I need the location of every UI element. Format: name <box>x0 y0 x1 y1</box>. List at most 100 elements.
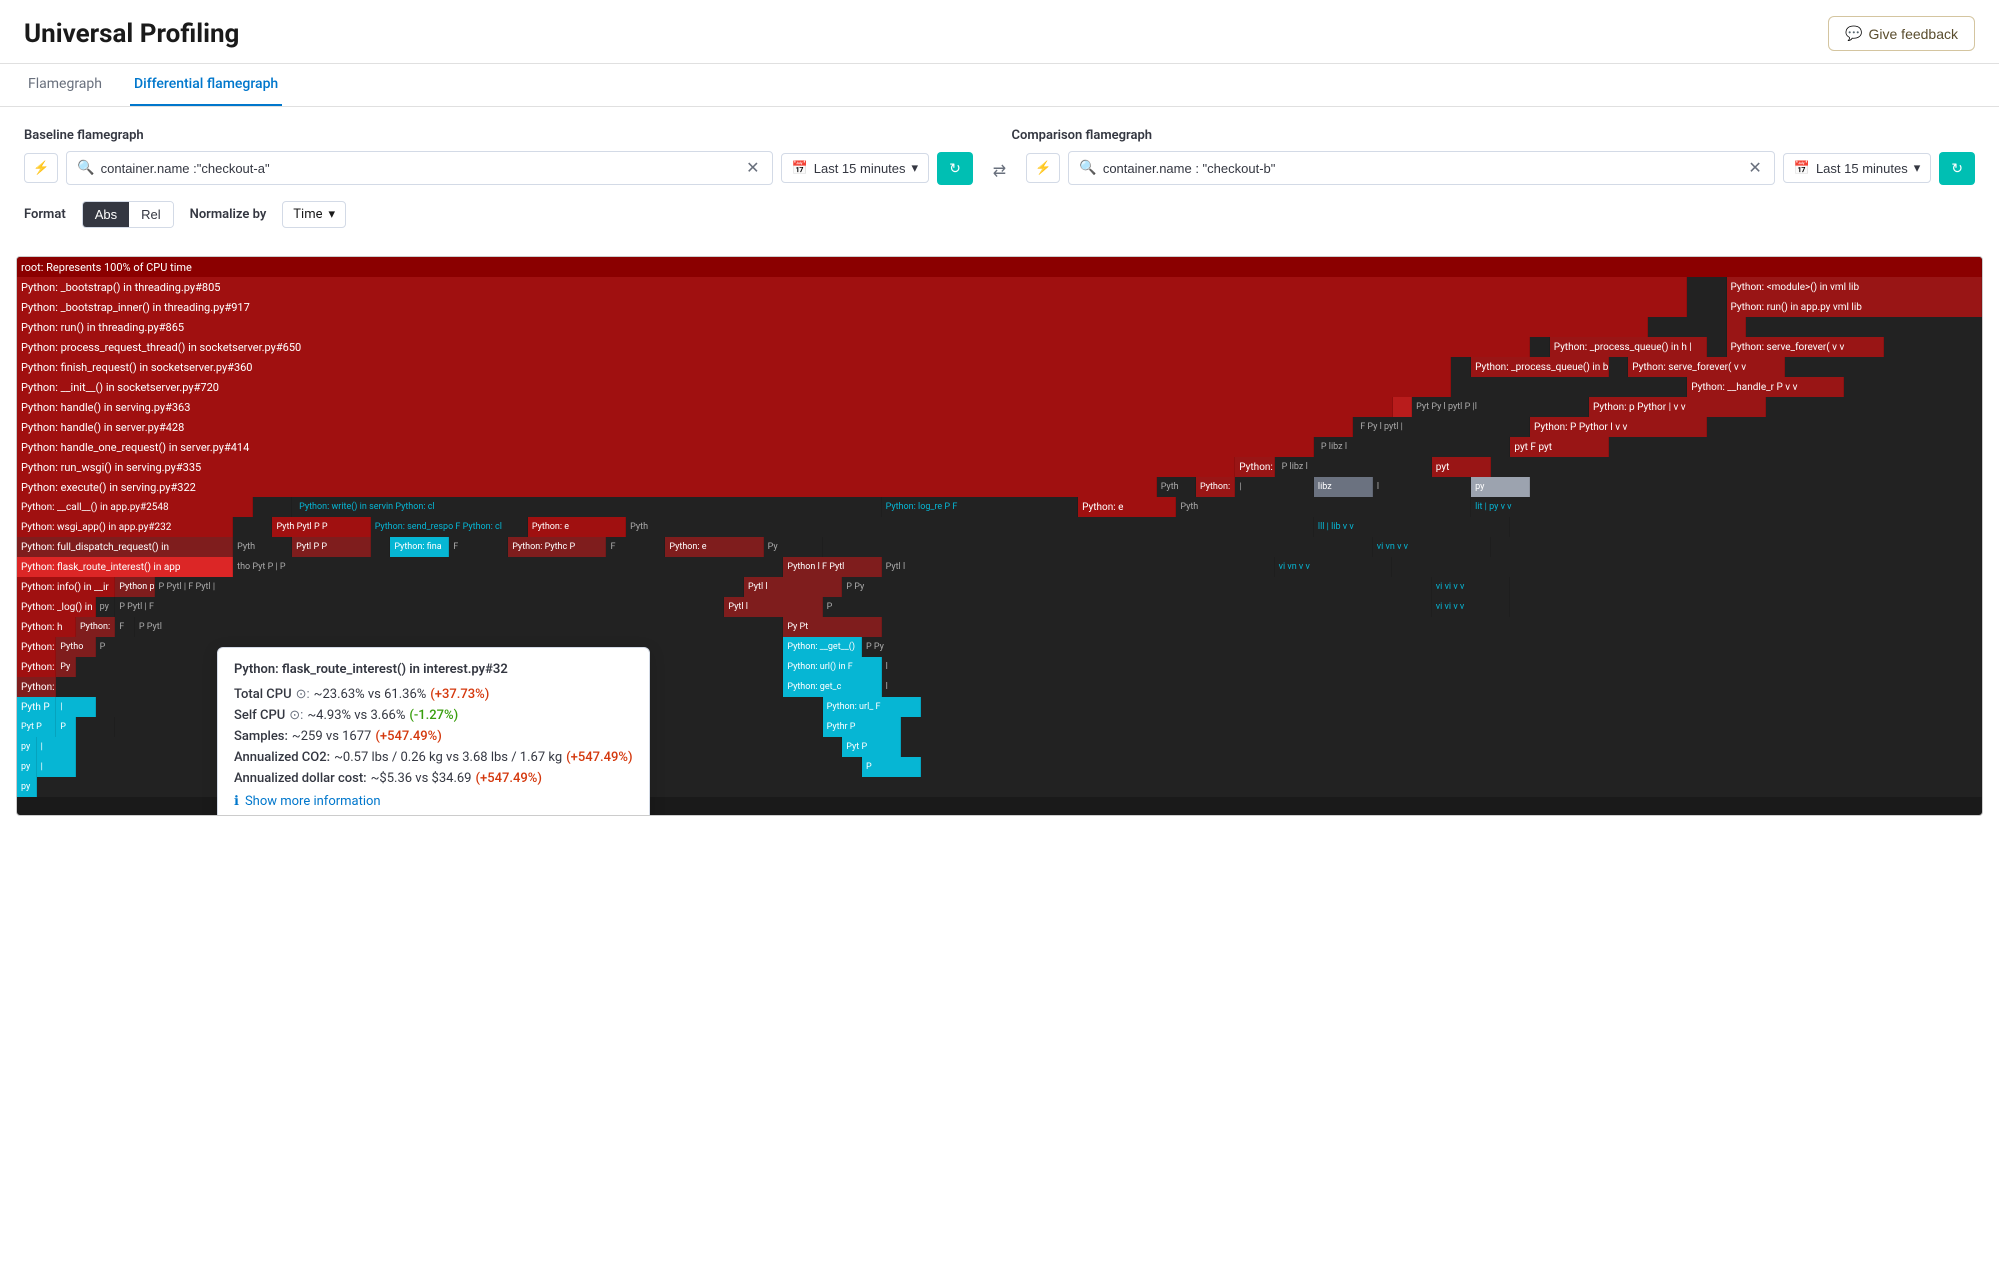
swap-button[interactable]: ⇄ <box>985 157 1014 185</box>
flame-block[interactable]: Python: e <box>528 517 626 537</box>
flame-block[interactable]: P <box>862 757 921 777</box>
flame-block[interactable] <box>1727 317 1747 337</box>
flame-block[interactable]: P <box>56 717 76 737</box>
format-rel-button[interactable]: Rel <box>129 202 173 227</box>
flame-block[interactable]: Python: _log() in _l p <box>17 597 96 617</box>
flame-block[interactable]: Python: run() in app.py vml lib <box>1727 297 1982 317</box>
calendar-icon: 📅 <box>792 160 808 176</box>
flame-block[interactable]: Python: finish_request() in socketserver… <box>17 357 1451 377</box>
flame-block[interactable]: Python: get_c <box>783 677 881 697</box>
flame-block[interactable]: Python pyt <box>115 577 154 597</box>
flame-block[interactable]: Python: __get__() <box>783 637 862 657</box>
flame-block[interactable]: Python: handle_one_request() in server.p… <box>17 437 1314 457</box>
flame-block[interactable]: Python: handle() in serving.py#363 <box>17 397 1393 417</box>
flame-block[interactable]: Python: Pythc P <box>508 537 606 557</box>
flame-block[interactable]: Python: __init__() in socketserver.py#72… <box>17 377 1451 397</box>
flame-block[interactable]: Python: c <box>17 637 56 657</box>
flame-block-gap <box>1609 437 1982 457</box>
flame-block[interactable]: Python: P Pythor l v v <box>1530 417 1707 437</box>
flame-block[interactable]: Python: l <box>17 657 56 677</box>
flame-block-gap: Python: write() in servin Python: cl <box>292 497 882 517</box>
flame-block[interactable]: Python: run() in threading.py#865 <box>17 317 1648 337</box>
flame-block[interactable]: Python: _process_queue() in b <box>1471 357 1609 377</box>
flame-block[interactable]: py <box>17 757 37 777</box>
flame-block[interactable]: pyt <box>1432 457 1491 477</box>
flame-block[interactable]: Pyt P <box>17 717 56 737</box>
comparison-clear-button[interactable]: ✕ <box>1746 158 1763 178</box>
flame-block[interactable]: Py <box>56 657 76 677</box>
flame-block[interactable]: Py Pt <box>783 617 881 637</box>
flame-row-2: Python: _bootstrap_inner() in threading.… <box>17 297 1982 317</box>
flame-block[interactable]: Python: <box>76 617 115 637</box>
flame-block[interactable]: Python: serve_forever( v v <box>1628 357 1785 377</box>
flame-block-interest[interactable]: Python: flask_route_interest() in app <box>17 557 233 577</box>
flame-block[interactable]: Python: _process_queue() in h | <box>1550 337 1707 357</box>
flame-block[interactable]: Python: serve_forever( v v <box>1727 337 1884 357</box>
flame-block[interactable]: Python: wsgi_app() in app.py#232 <box>17 517 233 537</box>
flame-block[interactable]: root: Represents 100% of CPU time <box>17 257 1982 277</box>
flame-block[interactable]: Pytho <box>56 637 95 657</box>
flame-block-gap <box>1609 357 1629 377</box>
flame-block[interactable]: Python: _bootstrap_inner() in threading.… <box>17 297 1687 317</box>
flame-block[interactable]: Python: url() in F <box>783 657 881 677</box>
baseline-date-button[interactable]: 📅 Last 15 minutes ▾ <box>781 153 930 183</box>
tooltip-title: Python: flask_route_interest() in intere… <box>234 662 633 677</box>
flame-block[interactable] <box>1393 397 1413 417</box>
flame-block[interactable]: Python: __handle_r P v v <box>1687 377 1844 397</box>
feedback-button[interactable]: 💬 Give feedback <box>1828 16 1975 51</box>
flame-block[interactable]: Python: process_request_thread() in sock… <box>17 337 1530 357</box>
flame-block[interactable]: Python: full_dispatch_request() in <box>17 537 233 557</box>
comparison-sync-button[interactable]: ↻ <box>1939 152 1975 185</box>
flame-block[interactable]: Python: e <box>665 537 763 557</box>
flame-row-10: Python: run_wsgi() in serving.py#335 Pyt… <box>17 457 1982 477</box>
flame-block-gap <box>253 497 292 517</box>
flame-block[interactable]: Pytl P P <box>292 537 371 557</box>
flame-block[interactable]: Python: fina <box>390 537 449 557</box>
flame-block[interactable]: Pyth Pytl P P <box>272 517 370 537</box>
flame-block[interactable]: Python: p <box>1235 457 1274 477</box>
baseline-filter-button[interactable]: ⚡ <box>24 153 58 183</box>
flame-block[interactable]: Python: _bootstrap() in threading.py#805 <box>17 277 1687 297</box>
flame-block[interactable]: Pyth P <box>17 697 56 717</box>
flame-block[interactable]: py <box>1471 477 1530 497</box>
flame-block[interactable]: Pytl l <box>724 597 822 617</box>
tab-flamegraph[interactable]: Flamegraph <box>24 64 106 106</box>
tab-differential-flamegraph[interactable]: Differential flamegraph <box>130 64 282 106</box>
flame-block[interactable]: Python: <box>17 677 56 697</box>
flame-block[interactable]: pyt F pyt <box>1510 437 1608 457</box>
flame-block-gap <box>1392 557 1982 577</box>
flame-block[interactable]: Python: url_ F <box>823 697 921 717</box>
flame-block[interactable]: Python l F Pytl <box>783 557 881 577</box>
flame-block[interactable]: Python: execute() in serving.py#322 <box>17 477 1157 497</box>
flame-block[interactable]: Pythr P <box>823 717 902 737</box>
flame-block[interactable]: Python: <box>1196 477 1235 497</box>
flame-block[interactable]: Pytl l <box>744 577 842 597</box>
comparison-filter-button[interactable]: ⚡ <box>1026 153 1060 183</box>
flame-row-1: Python: _bootstrap() in threading.py#805… <box>17 277 1982 297</box>
flame-block[interactable]: Python: handle() in server.py#428 <box>17 417 1353 437</box>
format-abs-button[interactable]: Abs <box>83 202 129 227</box>
flame-block[interactable]: py <box>17 737 37 757</box>
flame-block[interactable]: Python: e <box>1078 497 1176 517</box>
baseline-sync-button[interactable]: ↻ <box>937 152 973 185</box>
comparison-search-input[interactable] <box>1103 161 1747 176</box>
flame-block[interactable]: py <box>17 777 37 797</box>
flame-block[interactable]: Python: __call__() in app.py#2548 <box>17 497 253 517</box>
flame-block-gap <box>1510 517 1982 537</box>
flame-block[interactable]: Python: <module>() in vml lib <box>1727 277 1982 297</box>
flame-block[interactable]: Pyt P <box>842 737 901 757</box>
baseline-clear-button[interactable]: ✕ <box>744 158 761 178</box>
normalize-select[interactable]: Time ▾ <box>282 201 346 228</box>
flame-row-11: Python: execute() in serving.py#322 Pyth… <box>17 477 1982 497</box>
comparison-date-button[interactable]: 📅 Last 15 minutes ▾ <box>1783 153 1932 183</box>
flame-block[interactable]: Python: h <box>17 617 76 637</box>
flame-block[interactable]: | <box>37 737 76 757</box>
baseline-search-input[interactable] <box>101 161 745 176</box>
flame-block[interactable]: | <box>37 757 76 777</box>
flame-block[interactable]: Python: p Pythor | v v <box>1589 397 1766 417</box>
flame-block[interactable]: Python: info() in __ir <box>17 577 115 597</box>
tooltip-more-link[interactable]: ℹ Show more information <box>234 794 633 809</box>
flame-block[interactable]: libz <box>1314 477 1373 497</box>
flame-block[interactable]: Python: run_wsgi() in serving.py#335 <box>17 457 1235 477</box>
flame-block[interactable]: | <box>56 697 95 717</box>
